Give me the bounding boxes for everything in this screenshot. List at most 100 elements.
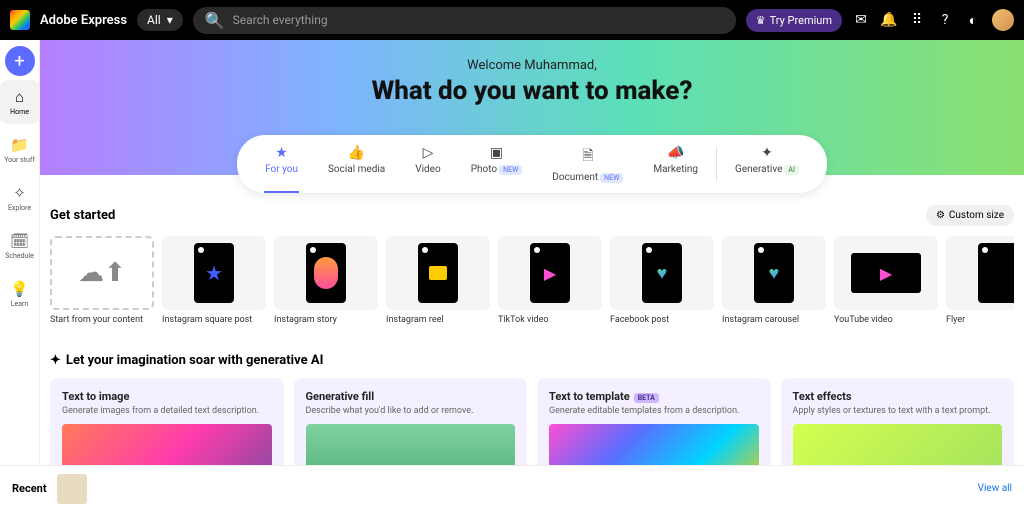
search-bar[interactable]: 🔍	[193, 7, 736, 34]
inbox-icon[interactable]: ✉	[852, 12, 870, 28]
apps-icon[interactable]: ⠿	[908, 12, 926, 28]
template-label: Start from your content	[50, 315, 154, 325]
search-filter-label: All	[147, 13, 161, 27]
template-thumb: ♥	[610, 236, 714, 310]
ai-card-image	[549, 424, 759, 465]
category-tab-generative[interactable]: ✦GenerativeAI	[723, 143, 811, 185]
sidebar-item-learn[interactable]: 💡 Learn	[0, 272, 40, 316]
template-card-yt[interactable]: ▶ YouTube video	[834, 236, 938, 325]
category-icon: 📣	[667, 145, 684, 161]
hero-banner: Welcome Muhammad, What do you want to ma…	[40, 40, 1024, 175]
avatar[interactable]	[992, 9, 1014, 31]
sidebar-item-label: Learn	[11, 300, 29, 308]
get-started-title: Get started	[50, 208, 115, 223]
recent-thumbnail[interactable]	[57, 474, 87, 504]
category-label: For you	[265, 164, 298, 175]
custom-size-button[interactable]: ⚙ Custom size	[926, 205, 1014, 226]
sidebar-item-label: Your stuff	[4, 156, 35, 164]
template-thumb	[274, 236, 378, 310]
template-label: Instagram reel	[386, 315, 490, 325]
template-label: Instagram square post	[162, 315, 266, 325]
get-started-section: Get started ⚙ Custom size ☁⬆ Start from y…	[40, 175, 1024, 335]
category-label: Photo	[471, 164, 497, 175]
heart-icon: ♥	[657, 263, 668, 284]
template-thumb: ★	[162, 236, 266, 310]
search-filter[interactable]: All ▾	[137, 9, 183, 31]
play-icon: ▶	[544, 264, 556, 283]
template-label: Flyer	[946, 315, 1014, 325]
search-input[interactable]	[233, 13, 724, 27]
ai-card-title: Text to templateBETA	[549, 390, 759, 403]
crown-icon: ♛	[756, 14, 766, 27]
template-thumb	[386, 236, 490, 310]
template-thumb: ▶	[498, 236, 602, 310]
home-icon: ⌂	[15, 88, 24, 106]
category-tab-photo[interactable]: ▣ PhotoNEW	[459, 143, 535, 185]
try-premium-label: Try Premium	[770, 14, 832, 27]
template-card-upload[interactable]: ☁⬆ Start from your content	[50, 236, 154, 325]
sidebar-item-explore[interactable]: ✧ Explore	[0, 176, 40, 220]
ai-cards-grid: Text to imageGenerate images from a deta…	[40, 378, 1024, 465]
compass-icon: ✧	[13, 184, 26, 202]
ai-card-image	[793, 424, 1003, 465]
bell-icon[interactable]: 🔔	[880, 12, 898, 28]
category-tab-social-media[interactable]: 👍Social media	[316, 143, 397, 185]
category-label: Video	[415, 164, 440, 175]
ai-card-title: Text effects	[793, 390, 1003, 403]
badge: AI	[784, 165, 798, 175]
template-row[interactable]: ☁⬆ Start from your content ★ Instagram squa…	[50, 236, 1014, 325]
cc-icon[interactable]: ◐	[964, 12, 982, 29]
settings-icon: ⚙	[936, 210, 945, 221]
ai-section-title: ✦ Let your imagination soar with generat…	[50, 353, 1024, 368]
template-thumb: ▶	[834, 236, 938, 310]
category-tab-video[interactable]: ▷Video	[403, 143, 452, 185]
heart-icon: ♥	[769, 263, 780, 284]
ai-card-title: Generative fill	[306, 390, 516, 403]
create-button[interactable]: +	[5, 46, 35, 76]
ai-card-text-to-image[interactable]: Text to imageGenerate images from a deta…	[50, 378, 284, 465]
category-tab-marketing[interactable]: 📣Marketing	[641, 143, 710, 185]
play-icon: ▶	[880, 264, 892, 283]
sparkle-icon: ✦	[50, 353, 61, 368]
ai-card-text-effects[interactable]: Text effects Apply styles or textures to …	[781, 378, 1015, 465]
category-icon: ★	[275, 145, 288, 161]
category-icon: ▣	[490, 145, 503, 161]
template-card-ig-story[interactable]: Instagram story	[274, 236, 378, 325]
star-icon: ★	[205, 261, 223, 285]
sidebar-item-schedule[interactable]: 🗓 Schedule	[0, 224, 40, 268]
template-label: Facebook post	[610, 315, 714, 325]
template-card-ig-reel[interactable]: Instagram reel	[386, 236, 490, 325]
template-card-tiktok[interactable]: ▶TikTok video	[498, 236, 602, 325]
template-card-flyer[interactable]: Flyer	[946, 236, 1014, 325]
ai-card-generative-fill[interactable]: Generative fillDescribe what you'd like …	[294, 378, 528, 465]
badge: NEW	[600, 173, 623, 183]
view-all-link[interactable]: View all	[978, 483, 1012, 494]
ai-card-desc: Apply styles or textures to text with a …	[793, 406, 1003, 416]
sidebar-item-your-stuff[interactable]: 📁 Your stuff	[0, 128, 40, 172]
video-icon	[429, 266, 447, 280]
category-icon: 🗎	[582, 145, 593, 169]
custom-size-label: Custom size	[949, 210, 1004, 221]
sidebar-item-home[interactable]: ⌂ Home	[0, 80, 40, 124]
try-premium-button[interactable]: ♛ Try Premium	[746, 9, 842, 32]
help-icon[interactable]: ?	[936, 12, 954, 28]
category-icon: ✦	[761, 145, 773, 161]
category-tab-document[interactable]: 🗎 DocumentNEW	[540, 143, 635, 185]
category-label: Document	[552, 172, 598, 183]
ai-card-desc: Generate images from a detailed text des…	[62, 406, 272, 416]
template-card-ig-post[interactable]: ★ Instagram square post	[162, 236, 266, 325]
topbar: Adobe Express All ▾ 🔍 ♛ Try Premium ✉ 🔔 …	[0, 0, 1024, 40]
chevron-down-icon: ▾	[167, 13, 173, 27]
template-label: YouTube video	[834, 315, 938, 325]
top-icons: ✉ 🔔 ⠿ ? ◐	[852, 9, 1014, 31]
template-card-fb[interactable]: ♥ Facebook post	[610, 236, 714, 325]
category-tab-for-you[interactable]: ★ For you	[253, 143, 310, 185]
badge: NEW	[499, 165, 522, 175]
template-thumb: ☁⬆	[50, 236, 154, 310]
sidebar-item-label: Explore	[8, 204, 31, 212]
template-card-ig-carousel[interactable]: ♥Instagram carousel	[722, 236, 826, 325]
category-tabs: ★For you👍Social media▷Video▣PhotoNEW🗎Doc…	[237, 135, 827, 193]
sidebar-item-label: Home	[10, 108, 29, 116]
template-thumb	[946, 236, 1014, 310]
ai-card-text-to-template[interactable]: Text to templateBETAGenerate editable te…	[537, 378, 771, 465]
